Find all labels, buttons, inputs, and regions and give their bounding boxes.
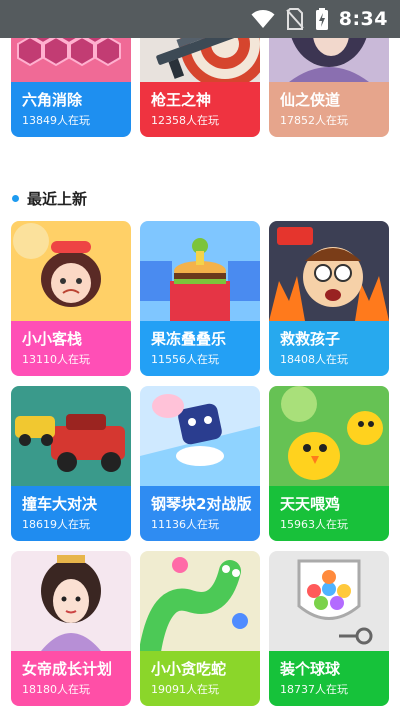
game-info: 枪王之神 12358人在玩 bbox=[140, 82, 260, 137]
game-info: 六角消除 13849人在玩 bbox=[11, 82, 131, 137]
game-name: 救救孩子 bbox=[280, 330, 341, 348]
new-game-card[interactable]: 果冻叠叠乐 11556人在玩 bbox=[140, 221, 260, 376]
new-game-card[interactable]: 救救孩子 18408人在玩 bbox=[269, 221, 389, 376]
game-thumbnail bbox=[140, 386, 260, 486]
game-list-scroll[interactable]: 六角消除 13849人在玩 枪王之神 12358人在玩 仙之侠道 17852人在玩 最… bbox=[0, 38, 400, 720]
game-name: 装个球球 bbox=[280, 660, 341, 678]
game-info: 女帝成长计划 18180人在玩 bbox=[11, 651, 131, 706]
game-thumbnail bbox=[140, 551, 260, 651]
player-count: 17852人在玩 bbox=[280, 114, 348, 127]
new-game-card[interactable]: 小小客栈 13110人在玩 bbox=[11, 221, 131, 376]
game-name: 六角消除 bbox=[22, 91, 83, 109]
recent-games-grid: 六角消除 13849人在玩 枪王之神 12358人在玩 仙之侠道 17852人在玩 bbox=[11, 38, 389, 137]
game-name: 小小贪吃蛇 bbox=[151, 660, 227, 678]
game-info: 天天喂鸡 15963人在玩 bbox=[269, 486, 389, 541]
no-sim-icon bbox=[285, 8, 304, 30]
player-count: 18408人在玩 bbox=[280, 353, 348, 366]
player-count: 13110人在玩 bbox=[22, 353, 90, 366]
game-thumbnail bbox=[269, 221, 389, 321]
game-name: 撞车大对决 bbox=[22, 495, 98, 513]
player-count: 11556人在玩 bbox=[151, 353, 219, 366]
game-thumbnail bbox=[11, 38, 131, 82]
game-thumbnail bbox=[11, 221, 131, 321]
game-name: 女帝成长计划 bbox=[22, 660, 113, 678]
recent-game-card[interactable]: 仙之侠道 17852人在玩 bbox=[269, 38, 389, 137]
recent-game-card[interactable]: 枪王之神 12358人在玩 bbox=[140, 38, 260, 137]
game-name: 枪王之神 bbox=[151, 91, 212, 109]
game-thumbnail bbox=[269, 38, 389, 82]
section-title: 最近上新 bbox=[27, 189, 88, 208]
game-thumbnail bbox=[11, 551, 131, 651]
player-count: 13849人在玩 bbox=[22, 114, 90, 127]
player-count: 18180人在玩 bbox=[22, 683, 90, 696]
game-thumbnail bbox=[269, 551, 389, 651]
wifi-icon bbox=[251, 10, 275, 28]
new-game-card[interactable]: 小小贪吃蛇 19091人在玩 bbox=[140, 551, 260, 706]
recent-game-card[interactable]: 六角消除 13849人在玩 bbox=[11, 38, 131, 137]
player-count: 15963人在玩 bbox=[280, 518, 348, 531]
game-name: 仙之侠道 bbox=[280, 91, 341, 109]
game-info: 小小贪吃蛇 19091人在玩 bbox=[140, 651, 260, 706]
game-info: 仙之侠道 17852人在玩 bbox=[269, 82, 389, 137]
game-info: 救救孩子 18408人在玩 bbox=[269, 321, 389, 376]
game-name: 天天喂鸡 bbox=[280, 495, 341, 513]
game-info: 撞车大对决 18619人在玩 bbox=[11, 486, 131, 541]
new-game-card[interactable]: 装个球球 18737人在玩 bbox=[269, 551, 389, 706]
game-name: 小小客栈 bbox=[22, 330, 83, 348]
game-name: 钢琴块2对战版 bbox=[151, 495, 252, 513]
status-bar: 8:34 bbox=[0, 0, 400, 38]
game-name: 果冻叠叠乐 bbox=[151, 330, 227, 348]
game-thumbnail bbox=[269, 386, 389, 486]
game-thumbnail bbox=[11, 386, 131, 486]
new-game-card[interactable]: 女帝成长计划 18180人在玩 bbox=[11, 551, 131, 706]
game-thumbnail bbox=[140, 38, 260, 82]
status-time: 8:34 bbox=[338, 8, 388, 30]
section-header-new: 最近上新 bbox=[12, 186, 87, 210]
player-count: 11136人在玩 bbox=[151, 518, 219, 531]
new-game-card[interactable]: 钢琴块2对战版 11136人在玩 bbox=[140, 386, 260, 541]
player-count: 12358人在玩 bbox=[151, 114, 219, 127]
game-info: 小小客栈 13110人在玩 bbox=[11, 321, 131, 376]
game-info: 装个球球 18737人在玩 bbox=[269, 651, 389, 706]
player-count: 18737人在玩 bbox=[280, 683, 348, 696]
battery-charging-icon bbox=[315, 8, 328, 30]
section-dot bbox=[12, 194, 19, 202]
game-thumbnail bbox=[140, 221, 260, 321]
new-game-card[interactable]: 天天喂鸡 15963人在玩 bbox=[269, 386, 389, 541]
new-game-card[interactable]: 撞车大对决 18619人在玩 bbox=[11, 386, 131, 541]
game-info: 钢琴块2对战版 11136人在玩 bbox=[140, 486, 260, 541]
new-games-grid: 小小客栈 13110人在玩 果冻叠叠乐 11556人在玩 救救孩子 18408人在玩 … bbox=[11, 221, 389, 706]
player-count: 18619人在玩 bbox=[22, 518, 90, 531]
player-count: 19091人在玩 bbox=[151, 683, 219, 696]
game-info: 果冻叠叠乐 11556人在玩 bbox=[140, 321, 260, 376]
